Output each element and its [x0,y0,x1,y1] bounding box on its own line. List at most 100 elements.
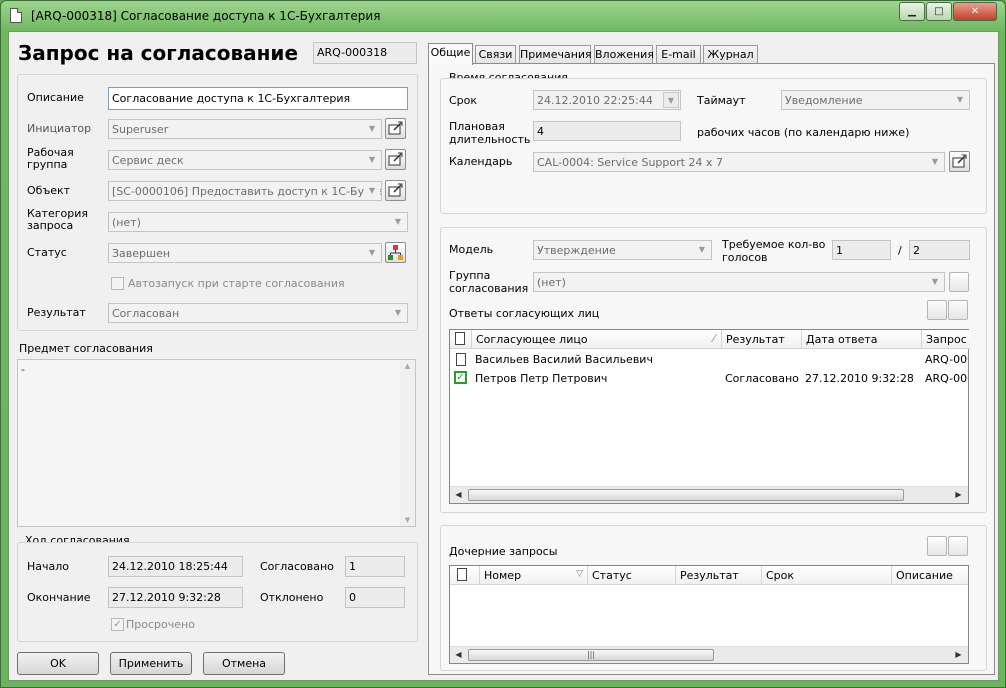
initiator-select[interactable]: Superuser ▼ [108,119,382,139]
result-value: Согласован [112,307,180,320]
column-header-number-label: Номер [484,569,522,582]
object-select[interactable]: [SC-0000106] Предоставить доступ к 1С-Бу… [108,181,382,201]
planned-label-line2: длительность [449,133,531,146]
status-select[interactable]: Завершен ▼ [108,243,382,263]
general-tab-panel: Время согласования Срок 24.12.2010 22:25… [428,63,995,675]
category-value: (нет) [112,216,141,229]
result-select[interactable]: Согласован ▼ [108,303,408,323]
apply-button[interactable]: Применить [110,652,192,675]
autostart-checkbox[interactable] [111,277,124,290]
tab-links[interactable]: Связи [475,45,516,64]
tab-email[interactable]: E-mail [656,45,701,64]
overdue-checkbox[interactable]: ✓ [111,618,124,631]
answers-label: Ответы согласующих лиц [449,307,600,320]
scrollbar-thumb[interactable] [468,489,904,501]
row-result: Согласовано [725,372,799,385]
status-workflow-button[interactable] [385,242,406,263]
column-header-result[interactable]: Результат [676,566,762,585]
add-answer-button[interactable] [927,300,947,320]
end-field: 27.12.2010 9:32:28 [108,587,243,608]
votes-separator: / [898,244,902,257]
open-calendar-button[interactable] [949,151,970,172]
column-header-deadline[interactable]: Срок [762,566,892,585]
edit-card-icon [388,152,403,166]
scroll-left-icon[interactable]: ◀ [450,647,467,663]
model-select[interactable]: Утверждение ▼ [533,240,712,260]
tab-attachments[interactable]: Вложения [594,45,654,64]
votes-total-field: 2 [909,240,970,260]
column-header-request[interactable]: Запрос [922,330,970,349]
open-child-request-button[interactable] [948,536,968,556]
open-workgroup-button[interactable] [385,149,406,170]
workgroup-label: Рабочая группа [27,147,74,171]
table-row[interactable]: Васильев Василий Васильевич ARQ-000 [450,350,968,369]
open-object-button[interactable] [385,180,406,201]
window-title: [ARQ-000318] Согласование доступа к 1С-Б… [31,9,381,23]
approver-group-label-line1: Группа [449,269,491,282]
vertical-scrollbar[interactable]: ▲ ▼ [400,360,415,526]
workgroup-label-line2: группа [27,158,68,171]
minimize-button[interactable]: ▁ [899,2,925,21]
close-button[interactable]: ✕ [953,2,997,21]
approver-group-select[interactable]: (нет) ▼ [533,272,945,292]
category-label: Категория запроса [27,208,88,232]
row-request: ARQ-000 [925,372,968,385]
chevron-down-icon: ▼ [931,157,939,166]
timeout-select[interactable]: Уведомление ▼ [781,90,970,110]
child-requests-table[interactable]: Номер ▽ Статус Результат Срок Описание ◀ … [449,565,969,664]
workgroup-select[interactable]: Сервис деск ▼ [108,150,382,170]
status-label: Статус [27,246,67,259]
workgroup-value: Сервис деск [112,154,184,167]
row-request: ARQ-000 [925,353,968,366]
tab-notes[interactable]: Примечания [519,45,592,64]
horizontal-scrollbar[interactable]: ◀ ||| ▶ [450,646,968,663]
overdue-label: Просрочено [126,618,195,631]
document-icon [456,353,466,366]
open-answer-button[interactable] [948,300,968,320]
category-select[interactable]: (нет) ▼ [108,212,408,232]
planned-label: Плановая длительность [449,120,530,146]
deadline-picker[interactable]: 24.12.2010 22:25:44 ▼ [533,90,681,110]
scroll-right-icon[interactable]: ▶ [950,487,967,503]
answers-table[interactable]: Согласующее лицо ⁄ Результат Дата ответа … [449,329,970,504]
column-header-person[interactable]: Согласующее лицо ⁄ [472,330,722,349]
calendar-select[interactable]: CAL-0004: Service Support 24 x 7 ▼ [533,152,945,172]
column-header-date[interactable]: Дата ответа [802,330,922,349]
open-initiator-button[interactable] [385,118,406,139]
scroll-down-icon[interactable]: ▼ [400,516,415,524]
chevron-down-icon: ▼ [931,277,939,286]
timeout-label: Таймаут [697,94,746,107]
column-header-description[interactable]: Описание [892,566,968,585]
scroll-right-icon[interactable]: ▶ [950,647,967,663]
scroll-left-icon[interactable]: ◀ [450,487,467,503]
maximize-button[interactable]: □ [926,2,952,21]
scrollbar-thumb[interactable]: ||| [468,649,714,661]
object-value: [SC-0000106] Предоставить доступ к 1С-Бу… [112,185,382,198]
start-field: 24.12.2010 18:25:44 [108,556,243,577]
table-row[interactable]: ✓ Петров Петр Петрович Согласовано 27.12… [450,369,968,388]
edit-card-icon [388,183,403,197]
open-approver-group-button[interactable] [949,272,969,292]
model-label: Модель [449,243,494,256]
cancel-button[interactable]: Отмена [203,652,285,675]
add-child-request-button[interactable] [927,536,947,556]
description-input[interactable]: Согласование доступа к 1С-Бухгалтерия [108,87,408,110]
subject-textarea[interactable]: - ▲ ▼ [17,359,416,527]
tab-general[interactable]: Общие [428,43,473,65]
tab-journal[interactable]: Журнал [703,45,758,64]
column-header-result[interactable]: Результат [722,330,802,349]
doc-column-header [450,566,480,585]
votes-label-line1: Требуемое кол-во [722,238,826,251]
ok-button[interactable]: OK [17,652,99,675]
scroll-up-icon[interactable]: ▲ [400,362,415,370]
column-header-number[interactable]: Номер ▽ [480,566,588,585]
subject-value: - [21,363,25,376]
doc-column-header [450,330,472,349]
horizontal-scrollbar[interactable]: ◀ ▶ [450,486,968,503]
column-header-status[interactable]: Статус [588,566,676,585]
votes-required-field[interactable]: 1 [832,240,891,260]
subject-label: Предмет согласования [19,342,153,355]
initiator-value: Superuser [112,123,169,136]
planned-duration-field[interactable]: 4 [533,121,681,141]
hours-note: рабочих часов (по календарю ниже) [697,126,910,139]
